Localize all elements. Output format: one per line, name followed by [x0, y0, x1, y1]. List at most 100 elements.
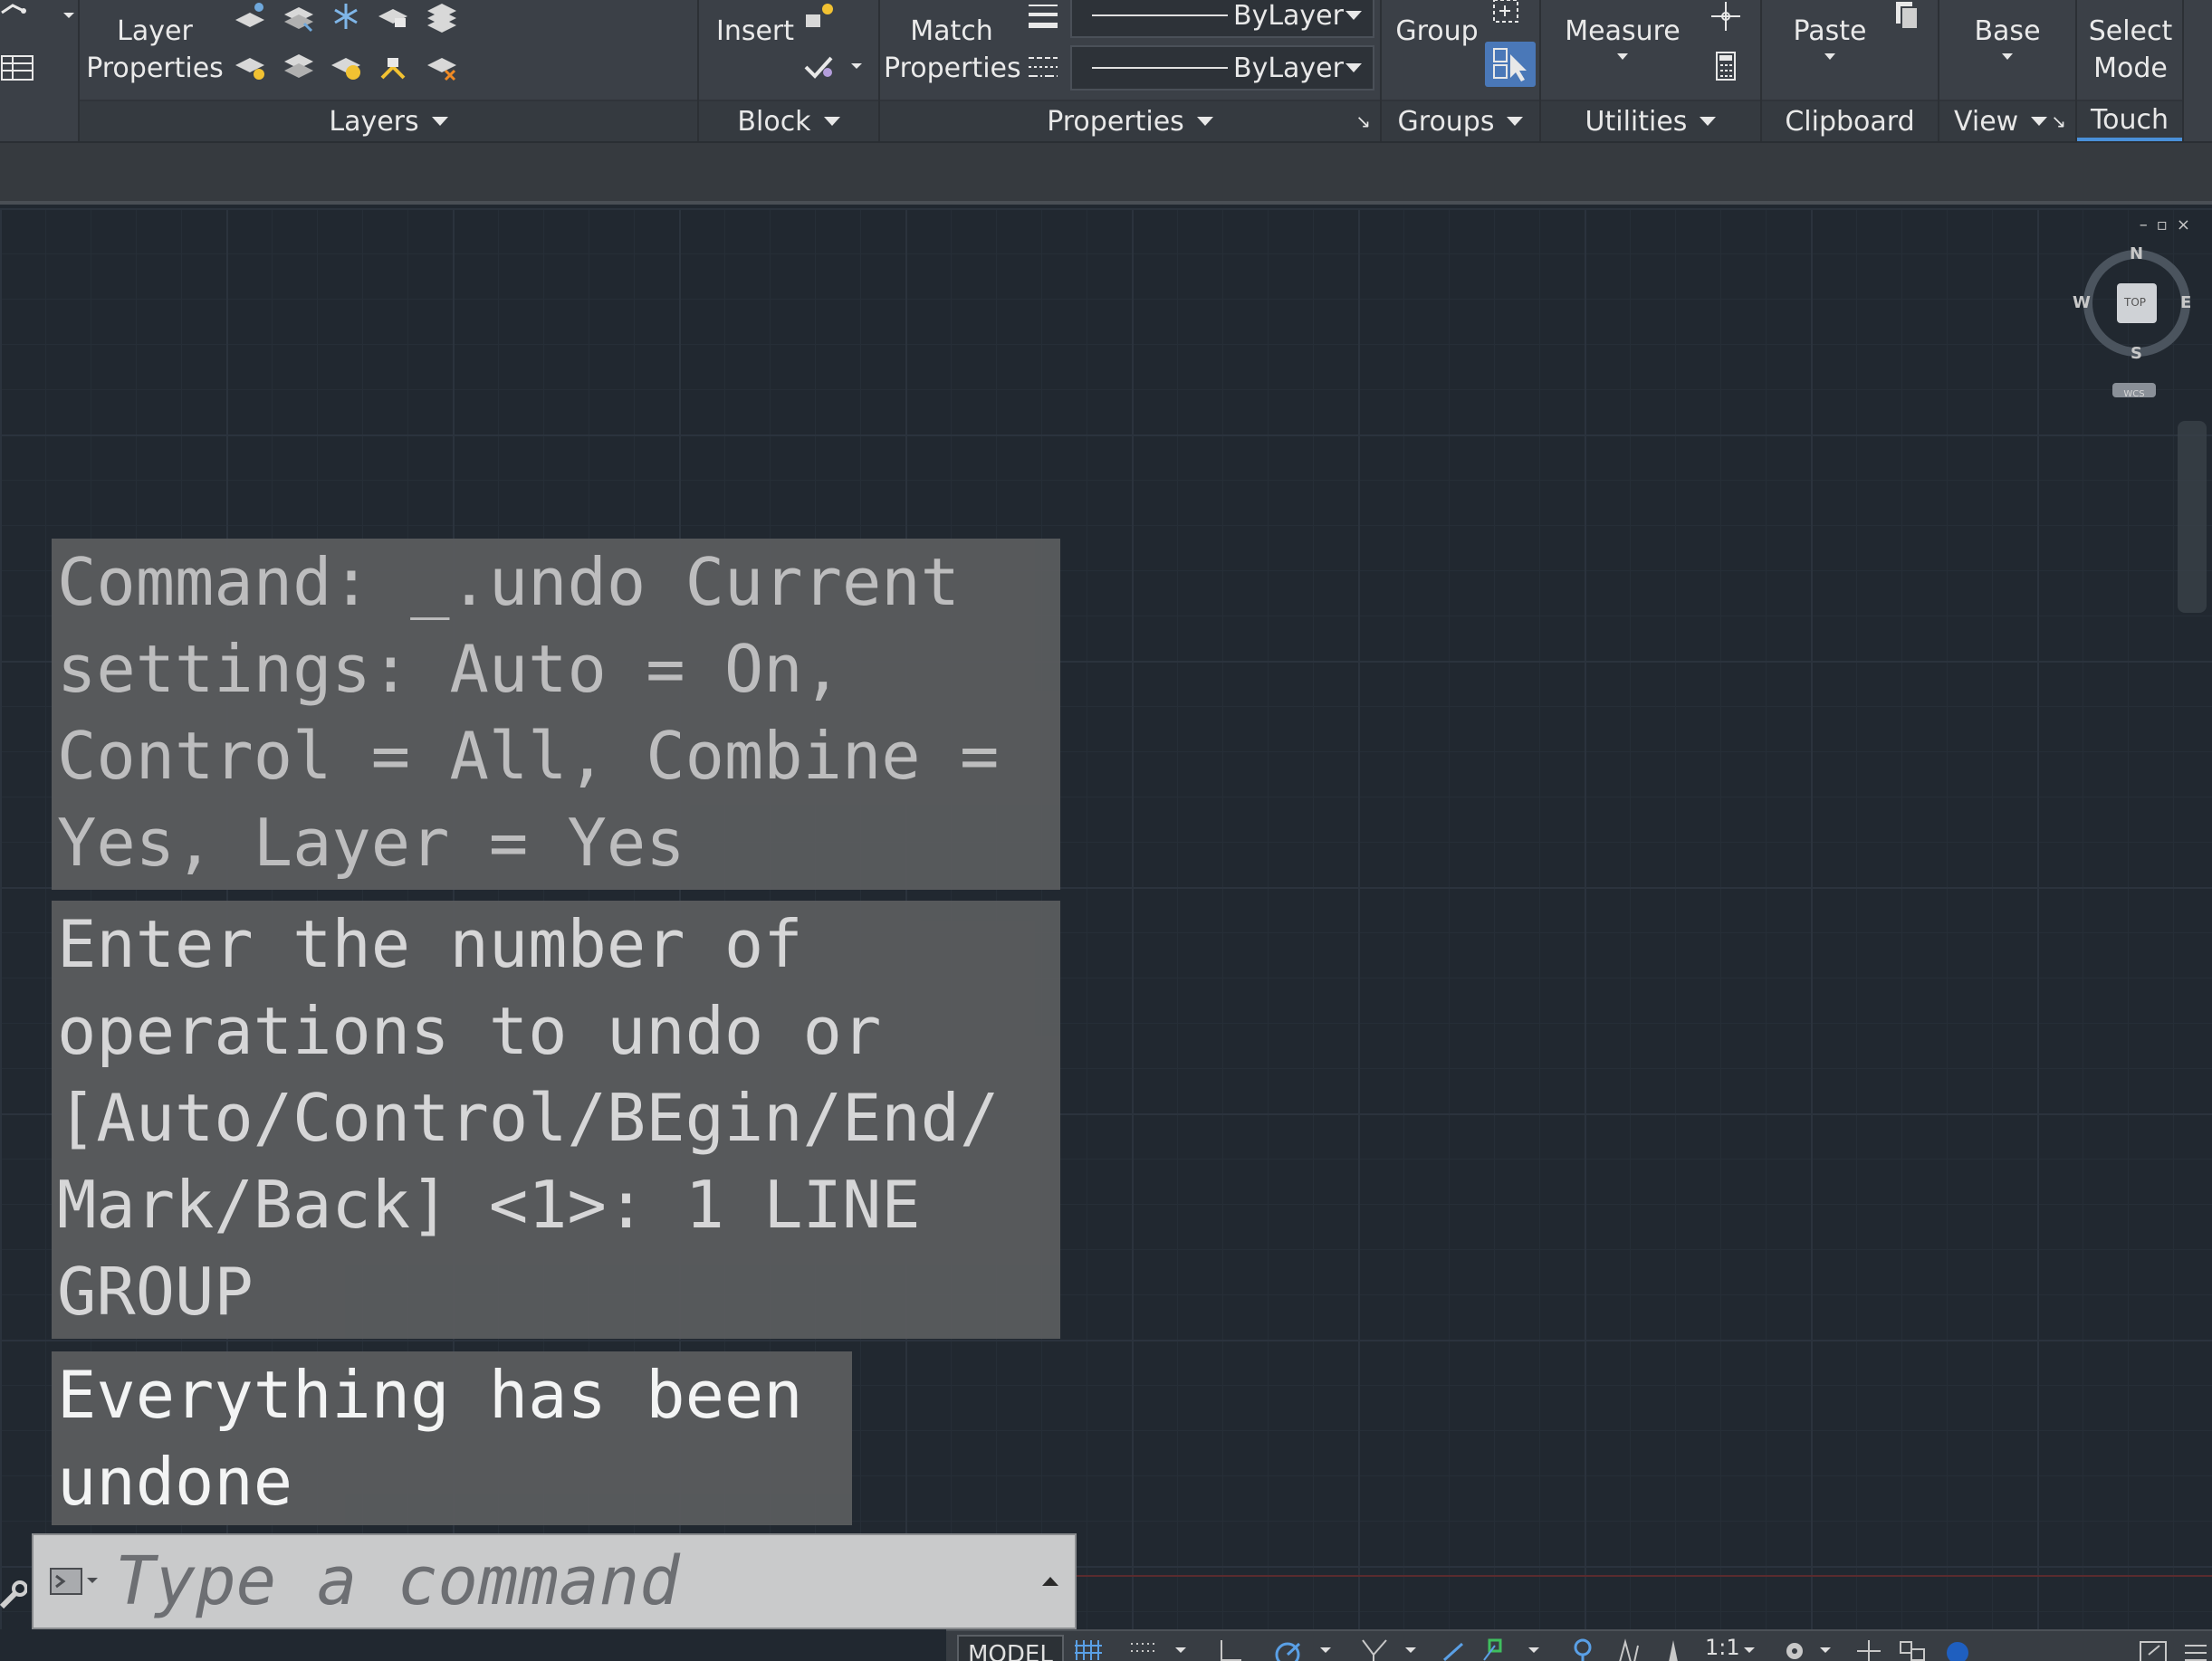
command-history-toggle-icon[interactable]	[1042, 1577, 1058, 1586]
panel-touch: Select Mode Touch	[2077, 0, 2184, 141]
insert-button[interactable]: Insert	[710, 13, 800, 50]
ortho-mode-icon[interactable]	[1214, 1637, 1245, 1661]
viewport-window-controls[interactable]: –▫×	[2140, 215, 2199, 234]
properties-expand-icon[interactable]	[1196, 117, 1213, 126]
properties-panel-title: Properties	[1047, 105, 1184, 138]
measure-button[interactable]: Measure	[1559, 13, 1686, 60]
object-snap-dropdown-icon[interactable]	[1526, 1637, 1542, 1661]
command-input[interactable]	[115, 1535, 1026, 1628]
clipboard-panel-footer[interactable]: Clipboard	[1762, 100, 1938, 141]
paste-dropdown-icon[interactable]	[1824, 53, 1835, 60]
viewcube-top-face[interactable]: TOP	[2124, 296, 2146, 309]
copy-clip-icon[interactable]	[1889, 0, 1925, 33]
viewcube-west[interactable]: W	[2073, 293, 2091, 312]
polar-dropdown-icon[interactable]	[1317, 1637, 1334, 1661]
select-mode-button[interactable]: Select Mode	[2081, 13, 2180, 87]
viewcube-south[interactable]: S	[2131, 344, 2142, 363]
viewport-minimize-icon[interactable]: –	[2140, 215, 2157, 234]
layer-properties-button[interactable]: Layer Properties	[85, 13, 225, 87]
isometric-drafting-icon[interactable]	[1359, 1637, 1390, 1661]
command-line[interactable]	[32, 1533, 1077, 1629]
navigation-bar[interactable]	[2178, 421, 2207, 613]
select-mode-label-1: Select	[2088, 15, 2173, 47]
viewport-restore-icon[interactable]: ▫	[2157, 215, 2177, 234]
block-expand-icon[interactable]	[823, 117, 840, 126]
group-button[interactable]: Group	[1387, 13, 1487, 50]
view-expand-icon[interactable]	[2031, 117, 2048, 126]
layer-on-icon[interactable]	[232, 51, 268, 83]
utilities-expand-icon[interactable]	[1700, 117, 1717, 126]
customize-wrench-icon[interactable]	[0, 1580, 28, 1619]
object-snap-icon[interactable]	[1480, 1637, 1511, 1661]
edit-block-dropdown-icon[interactable]	[838, 51, 862, 83]
command-prompt-icon[interactable]	[34, 1535, 115, 1628]
polar-tracking-icon[interactable]	[1272, 1637, 1303, 1661]
units-icon[interactable]	[1897, 1637, 1928, 1661]
layer-thaw-icon[interactable]	[328, 51, 364, 83]
linetype-dropdown-arrow-icon[interactable]	[1345, 63, 1362, 72]
x-axis-line	[1068, 1575, 2212, 1577]
edit-block-icon[interactable]	[800, 51, 837, 83]
customization-menu-icon[interactable]	[2179, 1637, 2210, 1661]
locate-point-icon[interactable]	[1708, 0, 1744, 33]
linetype-line-sample	[1092, 67, 1228, 69]
viewport-close-icon[interactable]: ×	[2177, 215, 2199, 234]
snap-dropdown-icon[interactable]	[1173, 1637, 1189, 1661]
group-edit-icon[interactable]	[1489, 0, 1525, 29]
base-dropdown-icon[interactable]	[2002, 53, 2013, 60]
grid-toggle-icon[interactable]	[1073, 1637, 1104, 1661]
annotation-scale-icon[interactable]	[1658, 1637, 1689, 1661]
viewcube-east[interactable]: E	[2180, 293, 2191, 312]
ucs-menu[interactable]: WCS	[2112, 383, 2156, 399]
touch-panel-footer[interactable]: Touch	[2077, 100, 2182, 141]
color-dropdown[interactable]: ByLayer	[1070, 0, 1374, 38]
clean-screen-icon[interactable]	[2138, 1637, 2169, 1661]
isolate-objects-icon[interactable]	[1942, 1637, 1973, 1661]
utilities-panel-footer[interactable]: Utilities	[1541, 100, 1760, 141]
layer-states-icon[interactable]	[424, 0, 460, 33]
auto-scale-icon[interactable]	[1613, 1637, 1643, 1661]
linetype-dropdown[interactable]: ByLayer	[1070, 45, 1374, 91]
scale-dropdown-icon[interactable]	[1741, 1637, 1757, 1661]
viewcube[interactable]: N S E W TOP	[2073, 244, 2196, 363]
match-properties-button[interactable]: Match Properties	[884, 13, 1021, 87]
block-panel-footer[interactable]: Block	[699, 100, 878, 141]
model-space-button[interactable]: MODEL	[957, 1635, 1064, 1661]
table-icon[interactable]	[0, 51, 36, 83]
layer-freeze-icon[interactable]	[328, 0, 364, 33]
workspace-gear-icon[interactable]	[1779, 1637, 1810, 1661]
groups-expand-icon[interactable]	[1507, 117, 1524, 126]
layer-isolate-icon[interactable]	[281, 0, 317, 33]
annotation-visibility-icon[interactable]	[1567, 1637, 1598, 1661]
linetype-icon[interactable]	[1025, 51, 1061, 83]
layer-off-icon[interactable]	[232, 0, 268, 33]
lineweight-icon[interactable]	[1025, 0, 1061, 33]
isometric-dropdown-icon[interactable]	[1403, 1637, 1419, 1661]
group-selection-toggle-icon[interactable]	[1485, 42, 1536, 87]
polyline-icon[interactable]	[0, 0, 36, 33]
properties-panel-footer[interactable]: Properties	[880, 100, 1380, 141]
layer-unlock-icon[interactable]	[375, 51, 411, 83]
layers-expand-icon[interactable]	[431, 117, 448, 126]
object-snap-tracking-icon[interactable]	[1442, 1637, 1473, 1661]
layers-panel-footer[interactable]: Layers	[80, 100, 697, 141]
dropdown-arrow-icon[interactable]	[51, 0, 74, 33]
workspace-dropdown-icon[interactable]	[1817, 1637, 1834, 1661]
annotation-scale-value[interactable]: 1:1	[1705, 1635, 1740, 1660]
base-button[interactable]: Base	[1958, 13, 2057, 60]
view-dialog-launcher-icon[interactable]: ↘	[2051, 110, 2066, 132]
color-dropdown-arrow-icon[interactable]	[1345, 11, 1362, 20]
layer-delete-icon[interactable]	[424, 51, 460, 83]
paste-button[interactable]: Paste	[1780, 13, 1880, 60]
properties-dialog-launcher-icon[interactable]: ↘	[1355, 110, 1371, 132]
layer-lock-icon[interactable]	[375, 0, 411, 33]
measure-dropdown-icon[interactable]	[1617, 53, 1628, 60]
calculator-icon[interactable]	[1708, 51, 1744, 83]
viewcube-north[interactable]: N	[2130, 244, 2143, 263]
file-tab-strip	[0, 143, 2212, 205]
layer-unisolate-icon[interactable]	[281, 51, 317, 83]
groups-panel-footer[interactable]: Groups	[1382, 100, 1539, 141]
annotation-monitor-icon[interactable]	[1853, 1637, 1884, 1661]
create-block-icon[interactable]	[800, 0, 837, 33]
snap-mode-icon[interactable]	[1127, 1637, 1158, 1661]
